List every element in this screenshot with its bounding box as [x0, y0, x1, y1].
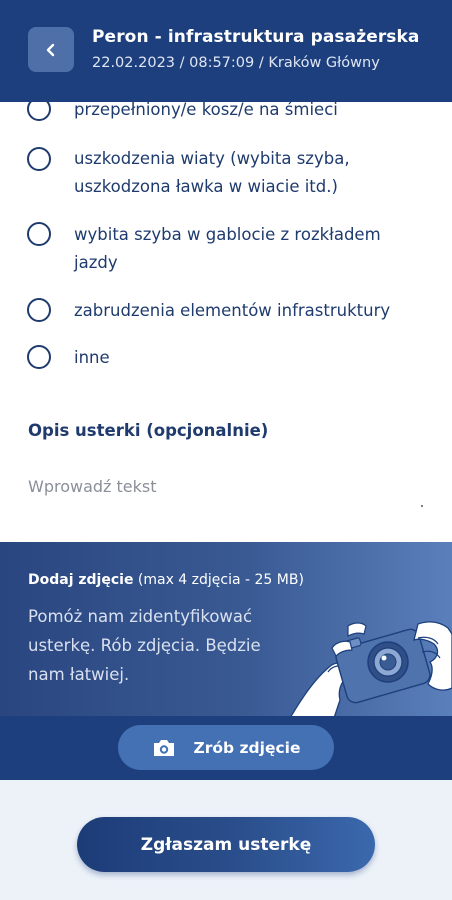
- bottom-action-area: Zgłaszam usterkę: [0, 780, 452, 900]
- app-header: Peron - infrastruktura pasażerska 22.02.…: [0, 0, 452, 102]
- radio-button[interactable]: [27, 298, 51, 322]
- radio-button[interactable]: [27, 147, 51, 171]
- option-label: zabrudzenia elementów infrastruktury: [74, 301, 391, 320]
- page-subtitle: 22.02.2023 / 08:57:09 / Kraków Główny: [92, 55, 380, 71]
- add-photo-limits: (max 4 zdjęcia - 25 MB): [133, 572, 304, 588]
- radio-button[interactable]: [27, 222, 51, 246]
- chevron-left-icon: [46, 43, 55, 56]
- description-input[interactable]: [28, 466, 424, 506]
- take-photo-button[interactable]: Zrób zdjęcie: [118, 725, 334, 770]
- description-label: Opis usterki (opcjonalnie): [28, 421, 269, 440]
- radio-button[interactable]: [27, 345, 51, 369]
- submit-report-button[interactable]: Zgłaszam usterkę: [77, 817, 375, 872]
- option-label: inne: [74, 348, 110, 367]
- take-photo-label: Zrób zdjęcie: [193, 738, 301, 757]
- add-photo-panel: Dodaj zdjęcie (max 4 zdjęcia - 25 MB) Po…: [0, 542, 452, 716]
- resize-handle[interactable]: [421, 505, 423, 507]
- back-button[interactable]: [28, 27, 74, 72]
- option-label: uszkodzenia wiaty (wybita szyba, uszkodz…: [74, 149, 350, 196]
- add-photo-description: Pomóż nam zidentyfikować usterkę. Rób zd…: [28, 607, 261, 684]
- hands-holding-camera-illustration: [290, 621, 452, 716]
- add-photo-title-bold: Dodaj zdjęcie: [28, 572, 134, 588]
- camera-icon: [153, 739, 174, 756]
- page-title: Peron - infrastruktura pasażerska: [92, 27, 420, 47]
- photo-action-bar: Zrób zdjęcie: [0, 716, 452, 780]
- option-label: wybita szyba w gablocie z rozkładem jazd…: [74, 225, 381, 272]
- add-photo-title: Dodaj zdjęcie (max 4 zdjęcia - 25 MB): [28, 572, 304, 588]
